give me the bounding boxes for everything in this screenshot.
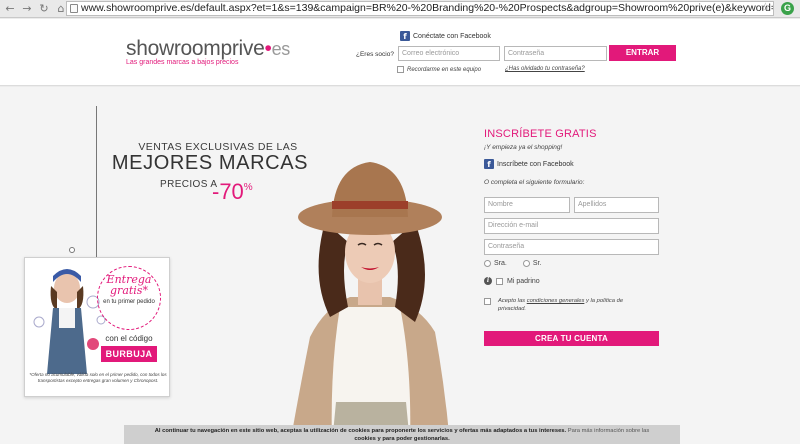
checkbox-icon[interactable] — [397, 66, 404, 73]
terms-checkbox[interactable] — [484, 298, 491, 305]
forward-arrow-icon[interactable]: → — [20, 2, 34, 16]
remember-me-checkbox[interactable]: Recordarme en este equipo — [397, 66, 481, 73]
register-subtitle: ¡Y empieza ya el shopping! — [484, 144, 563, 151]
register-form-hint: O completa el siguiente formulario: — [484, 179, 585, 186]
sponsor-checkbox[interactable] — [496, 277, 503, 285]
cookie-more-link[interactable]: Para más información sobre las — [568, 428, 650, 434]
site-logo[interactable]: showroomprive•es — [126, 37, 290, 61]
tag-hole — [69, 247, 75, 253]
address-url: www.showroomprive.es/default.aspx?et=1&s… — [81, 2, 773, 14]
model-photo — [290, 162, 450, 444]
register-facebook-link[interactable]: f Inscríbete con Facebook — [484, 159, 574, 169]
register-password-field[interactable]: Contraseña — [484, 239, 659, 255]
promo-first-order: en tu primer pedido — [103, 299, 155, 305]
info-icon[interactable]: i — [484, 277, 492, 285]
member-label: ¿Eres socio? — [356, 51, 394, 58]
hero-discount: -70% — [212, 179, 253, 204]
address-bar[interactable]: www.showroomprive.es/default.aspx?et=1&s… — [66, 1, 774, 16]
promo-code-label: con el código — [105, 334, 153, 343]
radio-sr-label: Sr. — [532, 260, 542, 267]
sponsor-row: i Mi padrino — [484, 277, 540, 285]
back-arrow-icon[interactable]: ← — [3, 2, 17, 16]
terms-text: Acepto las condiciones generales y la po… — [498, 298, 624, 312]
register-email-field[interactable]: Dirección e-mail — [484, 218, 659, 234]
last-name-field[interactable]: Apellidos — [574, 197, 659, 213]
promo-tag[interactable]: Entrega gratis* en tu primer pedido con e… — [24, 257, 170, 397]
gender-radio-group: Sra. Sr. — [484, 260, 541, 267]
promo-free-delivery: Entrega gratis* — [106, 273, 152, 297]
reload-icon[interactable]: ↻ — [37, 2, 51, 16]
terms-link[interactable]: condiciones generales — [527, 298, 585, 304]
promo-footnote: *Oferta no acumulable, válida solo en el… — [29, 372, 167, 383]
login-password-field[interactable]: Contraseña — [504, 46, 607, 61]
create-account-button[interactable]: CREA TU CUENTA — [484, 331, 659, 346]
terms-row: Acepto las condiciones generales y la po… — [484, 298, 644, 313]
first-name-field[interactable]: Nombre — [484, 197, 570, 213]
site-tagline: Las grandes marcas a bajos precios — [126, 59, 239, 66]
promo-code-badge: BURBUJA — [101, 346, 157, 362]
forgot-password-link[interactable]: ¿Has olvidado tu contraseña? — [505, 66, 585, 72]
register-title: INSCRÍBETE GRATIS — [484, 128, 597, 140]
bookmark-star-icon[interactable]: ☆ — [760, 0, 771, 14]
radio-sr[interactable] — [522, 260, 530, 267]
facebook-icon: f — [400, 31, 410, 41]
site-header: showroomprive•es Las grandes marcas a ba… — [0, 19, 800, 86]
facebook-icon: f — [484, 159, 494, 169]
radio-sra-label: Sra. — [494, 260, 507, 267]
radio-sra[interactable] — [484, 260, 491, 267]
page-icon — [70, 4, 78, 13]
enter-button[interactable]: ENTRAR — [609, 45, 676, 61]
cookie-banner: Al continuar tu navegación en este sitio… — [124, 425, 680, 444]
extension-icon[interactable]: G — [781, 2, 794, 15]
login-email-field[interactable]: Correo electrónico — [398, 46, 500, 61]
facebook-connect-link[interactable]: f Conéctate con Facebook — [400, 31, 491, 41]
main-area: VENTAS EXCLUSIVAS DE LAS MEJORES MARCAS … — [0, 87, 800, 444]
hero-prices-label: PRECIOS A — [160, 179, 218, 190]
